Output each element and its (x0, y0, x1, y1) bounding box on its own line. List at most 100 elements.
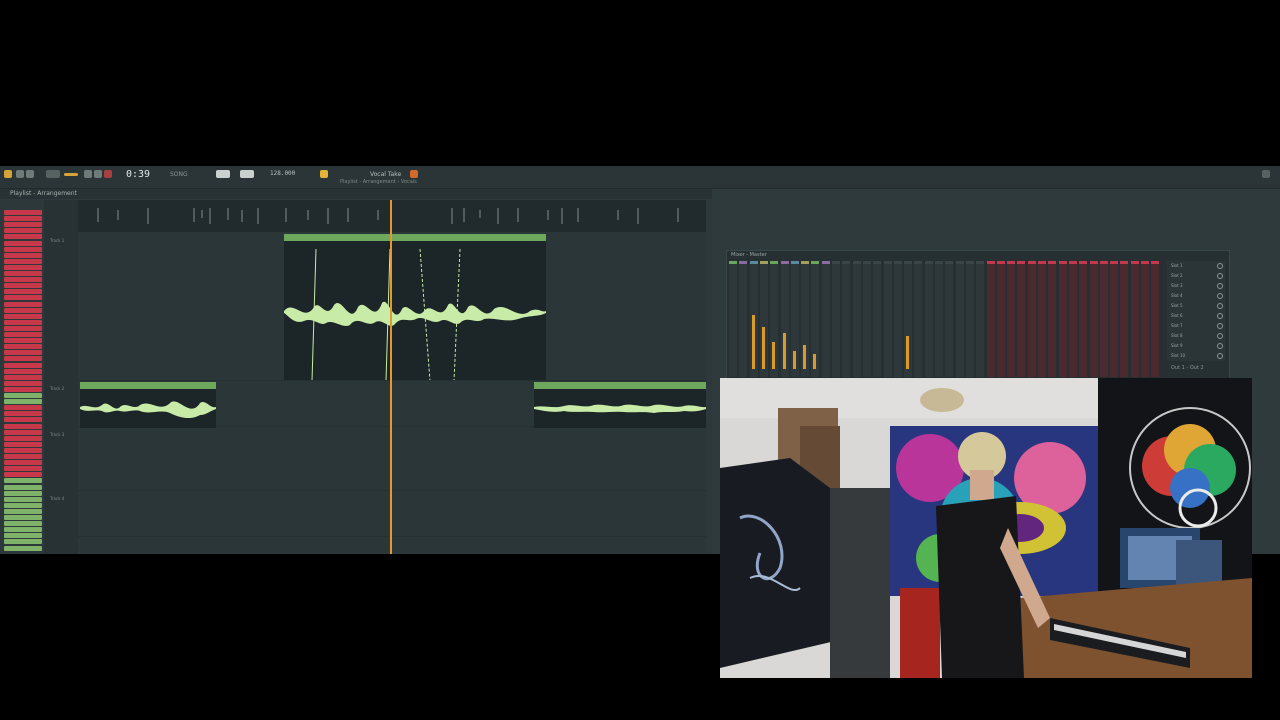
mixer-strip[interactable] (749, 261, 758, 377)
mixer-strip[interactable] (955, 261, 964, 377)
pattern-picker-item[interactable] (4, 258, 42, 264)
mixer-strip[interactable] (1038, 261, 1046, 377)
pattern-picker-item[interactable] (4, 289, 42, 295)
pattern-picker-item[interactable] (4, 222, 42, 228)
pattern-picker-item[interactable] (4, 496, 42, 502)
pattern-picker-item[interactable] (4, 441, 42, 447)
pattern-picker-item[interactable] (4, 301, 42, 307)
pattern-picker-item[interactable] (4, 515, 42, 520)
pattern-picker-item[interactable] (4, 344, 42, 350)
audio-clip[interactable]: Vocal_Outro (534, 382, 706, 428)
pattern-picker-item[interactable] (4, 313, 42, 319)
mixer-strip[interactable] (842, 261, 851, 377)
pattern-picker-item[interactable] (4, 521, 42, 527)
mixer-strip[interactable] (873, 261, 882, 377)
fx-mix-knob[interactable] (1217, 343, 1223, 349)
mixer-strip[interactable] (965, 261, 974, 377)
pattern-picker-item[interactable] (4, 460, 42, 466)
tempo-display[interactable]: 128.000 (270, 170, 295, 177)
pattern-picker-item[interactable] (4, 283, 42, 289)
pattern-picker-item[interactable] (4, 350, 42, 356)
pattern-picker-item[interactable] (4, 502, 42, 508)
fx-mix-knob[interactable] (1217, 303, 1223, 309)
pattern-selector[interactable]: Vocal Take (370, 171, 401, 178)
pattern-picker-item[interactable] (4, 240, 42, 246)
pattern-picker-item[interactable] (4, 319, 42, 325)
pattern-picker-item[interactable] (4, 338, 42, 344)
mixer-strip[interactable] (893, 261, 902, 377)
mixer-strip[interactable] (1130, 261, 1139, 377)
play-button[interactable] (84, 170, 92, 178)
fx-mix-knob[interactable] (1217, 263, 1223, 269)
playhead[interactable] (390, 200, 392, 554)
mixer-strip[interactable] (852, 261, 861, 377)
pattern-picker-item[interactable] (4, 228, 42, 234)
window-menu-icon[interactable] (1262, 170, 1270, 178)
mixer-strip[interactable] (1110, 261, 1119, 377)
pattern-picker-item[interactable] (4, 216, 42, 222)
mixer-strip[interactable] (883, 261, 892, 377)
mixer-strip[interactable] (1079, 261, 1088, 377)
menu-file-icon[interactable] (16, 170, 24, 178)
mixer-strip[interactable] (1048, 261, 1057, 377)
mixer-strip[interactable] (986, 261, 995, 377)
mixer-strip[interactable] (780, 261, 789, 377)
snap-icon[interactable] (320, 170, 328, 178)
mixer-strip[interactable] (924, 261, 933, 377)
mixer-strip[interactable] (996, 261, 1005, 377)
mixer-strip[interactable] (945, 261, 954, 377)
timeline-ruler[interactable] (78, 200, 706, 232)
mixer-strip[interactable] (904, 261, 913, 377)
mixer-strip[interactable] (759, 261, 768, 377)
mixer-strip[interactable] (1120, 261, 1129, 377)
mixer-strip[interactable] (739, 261, 748, 377)
pattern-picker-item[interactable] (4, 472, 42, 478)
pattern-picker-item[interactable] (4, 277, 42, 283)
pattern-picker-item[interactable] (4, 429, 42, 435)
audio-clip[interactable]: Vocal_Take_01 (284, 234, 546, 380)
pattern-song-toggle[interactable] (46, 170, 60, 178)
master-volume-slider[interactable] (216, 170, 230, 178)
mixer-strip[interactable] (821, 261, 830, 377)
mixer-strip[interactable] (1141, 261, 1149, 377)
mixer-strip[interactable] (1007, 261, 1016, 377)
pattern-picker-item[interactable] (4, 325, 42, 331)
pattern-picker-item[interactable] (4, 332, 42, 337)
fx-mix-knob[interactable] (1217, 313, 1223, 319)
pattern-picker-panel[interactable] (4, 210, 42, 552)
fx-mix-knob[interactable] (1217, 283, 1223, 289)
fl-logo-icon[interactable] (4, 170, 12, 178)
pattern-picker-item[interactable] (4, 405, 42, 411)
mixer-strip[interactable] (1017, 261, 1026, 377)
pattern-picker-item[interactable] (4, 252, 42, 258)
mixer-strip[interactable] (801, 261, 810, 377)
mixer-strip[interactable] (811, 261, 820, 377)
mixer-strip[interactable] (976, 261, 985, 377)
fx-mix-knob[interactable] (1217, 333, 1223, 339)
pattern-picker-item[interactable] (4, 454, 42, 459)
mixer-track-strips[interactable] (729, 261, 1165, 377)
mixer-strip[interactable] (790, 261, 799, 377)
mixer-strip[interactable] (770, 261, 779, 377)
mixer-strip[interactable] (832, 261, 840, 377)
pattern-picker-item[interactable] (4, 271, 42, 276)
pattern-picker-item[interactable] (4, 417, 42, 423)
pattern-picker-item[interactable] (4, 447, 42, 453)
mixer-strip[interactable] (1151, 261, 1160, 377)
pattern-picker-item[interactable] (4, 362, 42, 368)
audio-clip[interactable]: Vocal_Adlib_02 (80, 382, 216, 428)
pattern-picker-item[interactable] (4, 435, 42, 441)
pattern-picker-item[interactable] (4, 423, 42, 429)
fx-mix-knob[interactable] (1217, 273, 1223, 279)
mixer-output-label[interactable]: Out 1 - Out 2 (1171, 365, 1204, 371)
mixer-strip[interactable] (1068, 261, 1077, 377)
pattern-picker-item[interactable] (4, 466, 42, 472)
pattern-picker-item[interactable] (4, 234, 42, 240)
pattern-picker-item[interactable] (4, 374, 42, 380)
pattern-picker-item[interactable] (4, 545, 42, 551)
pattern-picker-item[interactable] (4, 295, 42, 301)
menu-edit-icon[interactable] (26, 170, 34, 178)
pattern-picker-item[interactable] (4, 478, 42, 484)
stop-button[interactable] (94, 170, 102, 178)
pattern-picker-item[interactable] (4, 508, 42, 514)
